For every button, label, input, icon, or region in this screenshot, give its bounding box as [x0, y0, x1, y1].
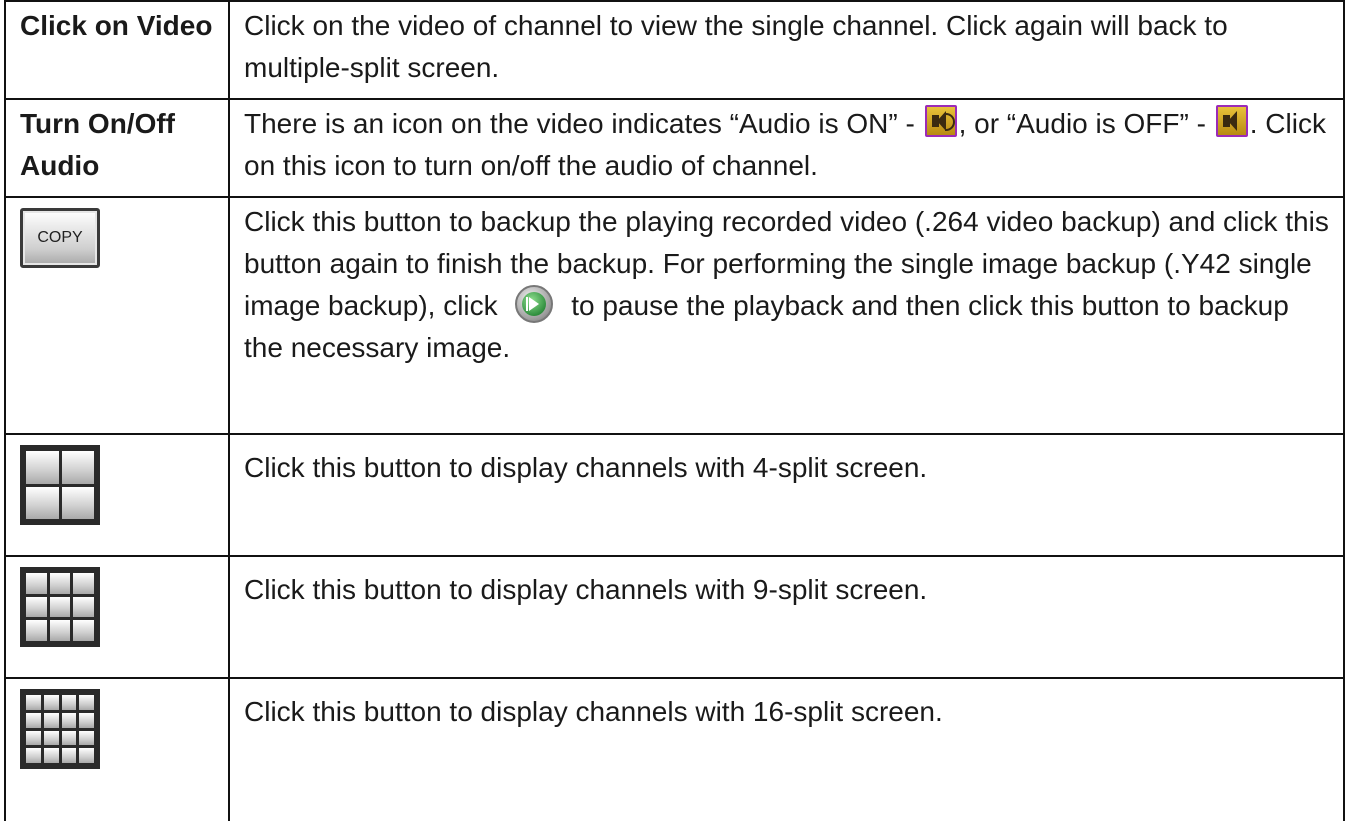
copy-button-icon: COPY [20, 208, 100, 268]
audio-on-icon [924, 105, 957, 137]
split-9-icon [20, 567, 100, 647]
function-table: Click on Video Click on the video of cha… [4, 0, 1345, 821]
row-description: Click on the video of channel to view th… [228, 0, 1345, 100]
row-description: Click this button to display channels wi… [228, 555, 1345, 679]
table-row: Click this button to display channels wi… [4, 433, 1345, 557]
row-description: Click this button to backup the playing … [228, 196, 1345, 435]
play-pause-icon [515, 285, 554, 323]
row-description: Click this button to display channels wi… [228, 677, 1345, 821]
table-row: Click this button to display channels wi… [4, 677, 1345, 821]
table-row: Click on Video Click on the video of cha… [4, 0, 1345, 100]
row-icon-cell [4, 555, 230, 679]
audio-off-icon [1215, 105, 1248, 137]
split-16-icon [20, 689, 100, 769]
row-label: Turn On/Off Audio [4, 98, 230, 198]
copy-button-label: COPY [37, 229, 83, 246]
table-row: Turn On/Off Audio There is an icon on th… [4, 98, 1345, 198]
table-row: Click this button to display channels wi… [4, 555, 1345, 679]
row-description: Click this button to display channels wi… [228, 433, 1345, 557]
description-part: There is an icon on the video indicates … [244, 108, 923, 139]
split-4-icon [20, 445, 100, 525]
row-icon-cell [4, 433, 230, 557]
row-label: Click on Video [4, 0, 230, 100]
row-icon-cell: COPY [4, 196, 230, 435]
row-icon-cell [4, 677, 230, 821]
table-row: COPY Click this button to backup the pla… [4, 196, 1345, 435]
description-part: , or “Audio is OFF” - [958, 108, 1214, 139]
row-description: There is an icon on the video indicates … [228, 98, 1345, 198]
